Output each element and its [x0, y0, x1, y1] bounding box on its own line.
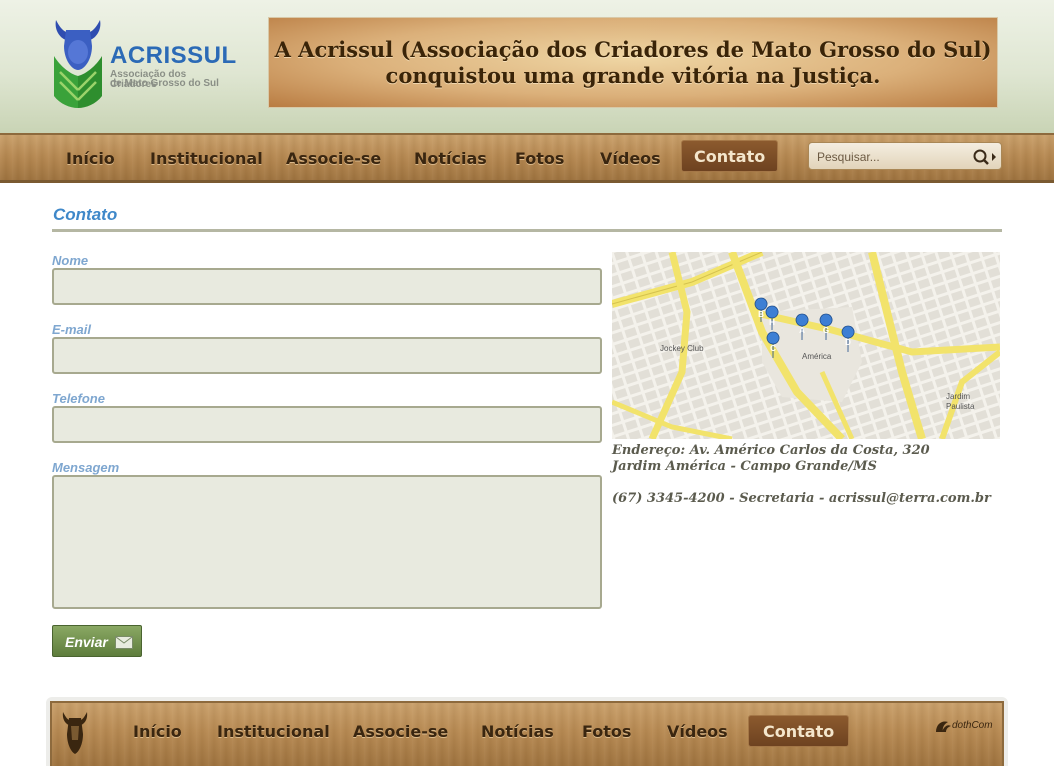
nav-item-videos[interactable]: Vídeos: [600, 147, 661, 171]
map-marker-b: B: [758, 310, 764, 319]
nav-item-associe-se[interactable]: Associe-se: [286, 147, 381, 171]
footer-item-associe-se[interactable]: Associe-se: [353, 720, 448, 744]
message-label: Mensagem: [52, 460, 120, 475]
nav-item-fotos[interactable]: Fotos: [515, 147, 564, 171]
phone-field[interactable]: [52, 406, 602, 443]
location-map[interactable]: B H C A G D América Jockey Club Jardim P…: [612, 252, 1000, 439]
search-input[interactable]: [817, 148, 967, 166]
map-marker-d: D: [845, 338, 851, 347]
footer-item-inicio[interactable]: Início: [133, 720, 182, 744]
address-line-1: Endereço: Av. Américo Carlos da Costa, 3…: [612, 443, 930, 458]
map-label-america: América: [802, 352, 832, 361]
map-label-jockey-club: Jockey Club: [660, 344, 704, 353]
map-label-jardim: Jardim: [946, 392, 971, 401]
credit-label: dothCom: [952, 720, 993, 731]
map-marker-h: H: [769, 318, 775, 327]
search-icon: [973, 149, 996, 165]
map-label-paulista: Paulista: [946, 402, 975, 411]
bull-head-icon: [54, 20, 102, 108]
name-label: Nome: [52, 253, 89, 268]
logo-wordmark: ACRISSUL: [110, 42, 237, 69]
acrissul-logo[interactable]: ACRISSUL Associação dos Criadores de Mat…: [52, 16, 236, 110]
banner-text: A Acrissul (Associação dos Criadores de …: [269, 37, 997, 89]
map-marker-a: A: [799, 326, 805, 335]
map-marker-c: C: [770, 344, 776, 353]
send-button[interactable]: Enviar: [52, 625, 142, 657]
send-button-label: Enviar: [65, 634, 108, 650]
banner-line2: conquistou uma grande vitória na Justiça…: [385, 63, 881, 88]
email-label: E-mail: [52, 322, 92, 337]
nav-item-noticias[interactable]: Notícias: [414, 147, 487, 171]
nav-item-contato[interactable]: Contato: [681, 140, 779, 172]
header: ACRISSUL Associação dos Criadores de Mat…: [0, 0, 1054, 133]
footer-item-noticias[interactable]: Notícias: [481, 720, 554, 744]
email-field[interactable]: [52, 337, 602, 374]
news-banner[interactable]: A Acrissul (Associação dos Criadores de …: [268, 17, 998, 108]
title-divider: [52, 229, 1002, 232]
page: ACRISSUL Associação dos Criadores de Mat…: [0, 0, 1054, 766]
phone-label: Telefone: [52, 391, 105, 406]
map-marker-g: G: [823, 326, 829, 335]
main-nav: Início Institucional Associe-se Notícias…: [0, 133, 1054, 183]
banner-line1: A Acrissul (Associação dos Criadores de …: [274, 37, 992, 62]
page-title: Contato: [53, 205, 118, 224]
search-box: [808, 142, 1002, 170]
phone-email-line: (67) 3345-4200 - Secretaria - acrissul@t…: [612, 491, 991, 506]
footer-bull-logo-icon[interactable]: [60, 708, 90, 758]
footer-item-videos[interactable]: Vídeos: [667, 720, 728, 744]
footer-item-fotos[interactable]: Fotos: [582, 720, 631, 744]
nav-item-institucional[interactable]: Institucional: [150, 147, 263, 171]
footer-item-contato[interactable]: Contato: [748, 715, 850, 747]
search-button[interactable]: [969, 146, 999, 168]
footer-item-institucional[interactable]: Institucional: [217, 720, 330, 744]
address-line-2: Jardim América - Campo Grande/MS: [612, 459, 877, 474]
logo-subtitle-line2: de Mato Grosso do Sul: [110, 78, 219, 89]
message-field[interactable]: [52, 475, 602, 609]
name-field[interactable]: [52, 268, 602, 305]
envelope-icon: [115, 636, 133, 649]
nav-item-inicio[interactable]: Início: [66, 147, 115, 171]
